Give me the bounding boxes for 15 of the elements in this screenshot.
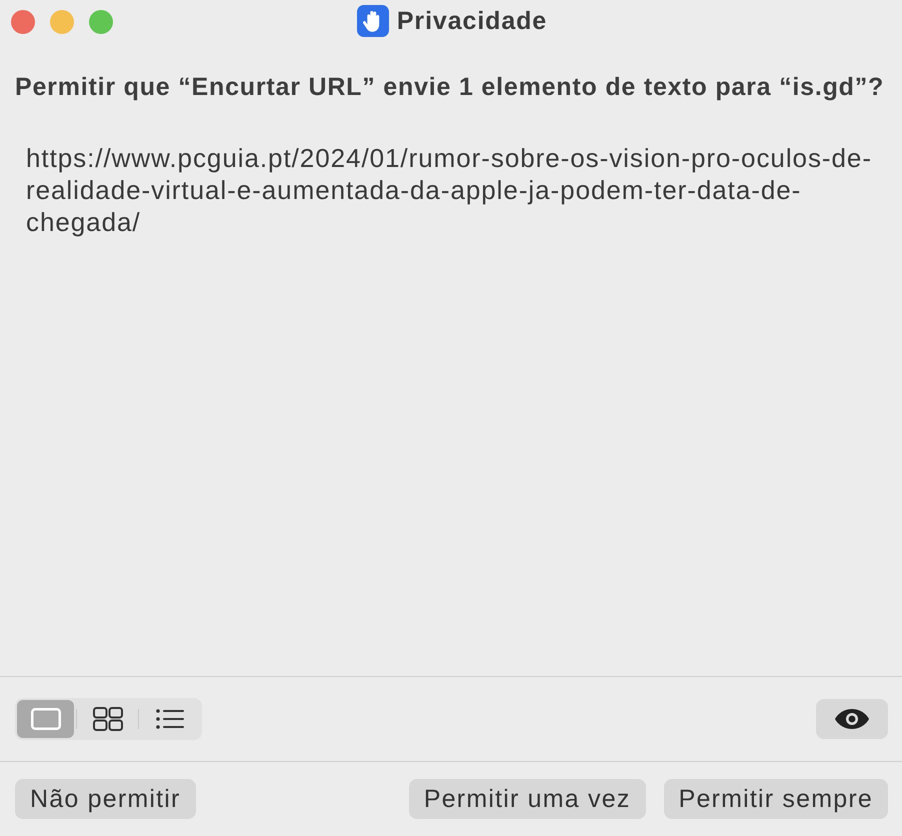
close-button[interactable] — [11, 10, 35, 34]
window-title: Privacidade — [396, 6, 548, 36]
grid-view-icon — [92, 707, 122, 731]
raised-hand-icon — [356, 5, 389, 37]
preview-button[interactable] — [816, 699, 888, 739]
shared-url-text: https://www.pcguia.pt/2024/01/rumor-sobre-os-vision-pro-oculos-de-realidade-virtual-e-aumentada-da-apple-ja-podem-ter-data-de-chegada/ — [26, 142, 873, 238]
permission-question: Permitir que “Encurtar URL” envie 1 elemento de texto para “is.gd”? — [15, 72, 886, 102]
single-view-icon — [30, 708, 60, 730]
minimize-button[interactable] — [50, 10, 74, 34]
eye-icon — [834, 708, 870, 730]
allow-button[interactable]: Permitir uma vez — [408, 779, 646, 819]
list-view-icon — [156, 709, 184, 729]
allow-button[interactable]: Permitir sempre — [664, 779, 888, 819]
deny-button[interactable]: Não permitir — [15, 779, 196, 819]
zoom-button[interactable] — [89, 10, 113, 34]
